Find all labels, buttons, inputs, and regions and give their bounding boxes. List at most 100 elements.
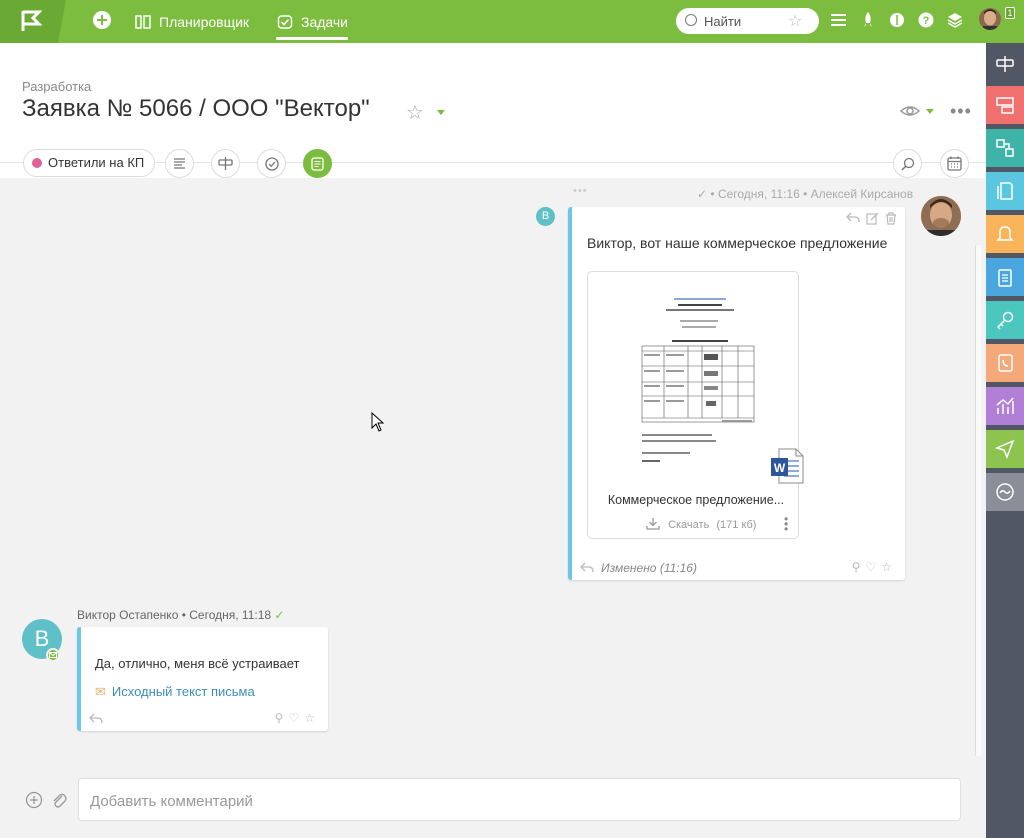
original-mail-link[interactable]: ✉ Исходный текст письма [95,684,255,700]
active-tab-indicator [276,37,348,40]
collapsed-dots-icon[interactable]: ••• [573,185,588,197]
like-icon[interactable]: ♡ [865,560,881,574]
calendar-button[interactable] [940,149,969,178]
message-actions [846,212,897,225]
rocket-icon[interactable] [861,12,875,28]
search-icon [900,157,914,171]
checklist-button[interactable] [257,149,286,178]
edited-label: Изменено (11:16) [601,561,697,575]
pin-icon[interactable]: ⚲ [275,711,289,725]
more-options-icon[interactable]: ••• [950,101,972,122]
svg-text:W: W [774,461,786,475]
download-link[interactable]: Скачать (171 кб) [646,517,756,531]
pin-icon[interactable]: ⚲ [852,560,866,574]
rail-wave[interactable] [986,473,1024,511]
favorite-star-icon[interactable]: ☆ [788,11,802,31]
nav-tasks-label: Задачи [301,13,349,30]
watchers-button[interactable] [899,103,936,124]
author-avatar[interactable] [921,196,961,236]
signpost-icon [218,157,233,170]
trash-icon[interactable] [885,212,897,225]
rail-phonebook[interactable] [986,344,1024,382]
edit-icon[interactable] [866,212,879,225]
description-button[interactable] [165,149,194,178]
rail-send[interactable] [986,430,1024,468]
comments-button[interactable] [303,149,332,178]
status-dot [32,158,42,168]
title-dropdown-caret-icon[interactable] [437,110,445,115]
reply-icon[interactable] [89,713,103,724]
status-badge[interactable]: Ответили на КП [23,149,156,177]
rail-chart[interactable] [986,387,1024,425]
reply-icon[interactable] [580,562,594,573]
planner-icon [135,14,151,29]
wave-icon [996,483,1014,501]
user-avatar[interactable] [979,8,1001,30]
favorite-star-icon[interactable]: ☆ [406,100,424,125]
read-check-icon: ✓ [274,608,285,622]
read-check-icon: ✓ [697,187,708,201]
rail-key[interactable] [986,301,1024,339]
notification-badge: 1 [1005,7,1015,19]
comment-input[interactable]: Добавить комментарий [78,778,961,821]
add-icon[interactable] [93,11,111,29]
attachment-more-icon[interactable]: • • • [784,513,788,535]
like-icon[interactable]: ♡ [288,711,304,725]
download-label: Скачать [668,519,710,531]
nav-planner[interactable]: Планировщик [135,0,249,43]
paperclip-icon[interactable] [51,791,67,809]
nav-planner-label: Планировщик [159,13,250,30]
star-icon[interactable]: ☆ [304,711,320,725]
message-meta-text: • Сегодня, 11:16 • Алексей Кирсанов [710,187,914,201]
author-name[interactable]: Виктор Остапенко [77,608,178,622]
signpost-button[interactable] [211,149,240,178]
status-label: Ответили на КП [48,155,145,170]
message-reactions: ⚲♡☆ [275,711,320,725]
comments-icon [311,156,324,171]
document-preview[interactable] [638,290,760,486]
svg-text:?: ? [923,15,930,27]
attachment-card[interactable]: W Коммерческое предложение... Скачать (1… [587,271,804,539]
help-icon[interactable]: ? [918,12,934,28]
rail-signpost[interactable] [986,45,1024,83]
reply-icon[interactable] [846,212,860,224]
add-circle-icon[interactable] [25,791,43,809]
rail-chat-board[interactable] [986,86,1024,124]
rail-notifications[interactable] [986,215,1024,253]
logo[interactable] [0,0,66,43]
signpost-icon [996,56,1014,72]
layers-icon[interactable] [947,12,963,28]
chart-icon [996,397,1014,414]
word-document-icon: W [770,448,804,484]
rail-clipboard[interactable] [986,258,1024,296]
text-lines-icon [174,158,185,169]
page-title: Заявка № 5066 / ООО "Вектор" [22,95,370,122]
phone-book-icon [998,354,1013,372]
star-icon[interactable]: ☆ [881,560,897,574]
message-text: Да, отлично, меня всё устраивает [95,656,300,671]
calendar-icon [947,156,962,171]
send-icon [995,439,1015,459]
leaf-icon[interactable] [889,12,905,28]
search-placeholder: Найти [704,14,742,29]
download-icon [646,518,660,530]
message-reactions: ⚲♡☆ [852,560,897,574]
message-meta: ✓ • Сегодня, 11:16 • Алексей Кирсанов [697,187,913,201]
search-input[interactable]: Найти ☆ [676,8,819,34]
key-icon [996,311,1014,330]
breadcrumb[interactable]: Разработка [22,79,91,94]
envelope-icon: ✉ [95,684,106,699]
scrollbar-thumb[interactable] [975,245,981,756]
right-rail [986,43,1024,838]
search-comments-button[interactable] [893,149,922,178]
rail-files[interactable] [986,172,1024,210]
original-mail-label: Исходный текст письма [111,684,255,699]
rail-flow[interactable] [986,129,1024,167]
menu-icon[interactable] [831,13,846,27]
attachment-name[interactable]: Коммерческое предложение... [606,493,786,507]
eye-icon [899,106,934,116]
bell-icon [996,226,1014,241]
clipboard-icon [998,269,1012,287]
message-card: Виктор, вот наше коммерческое предложени… [568,207,905,580]
attachment-size: (171 кб) [716,519,757,531]
